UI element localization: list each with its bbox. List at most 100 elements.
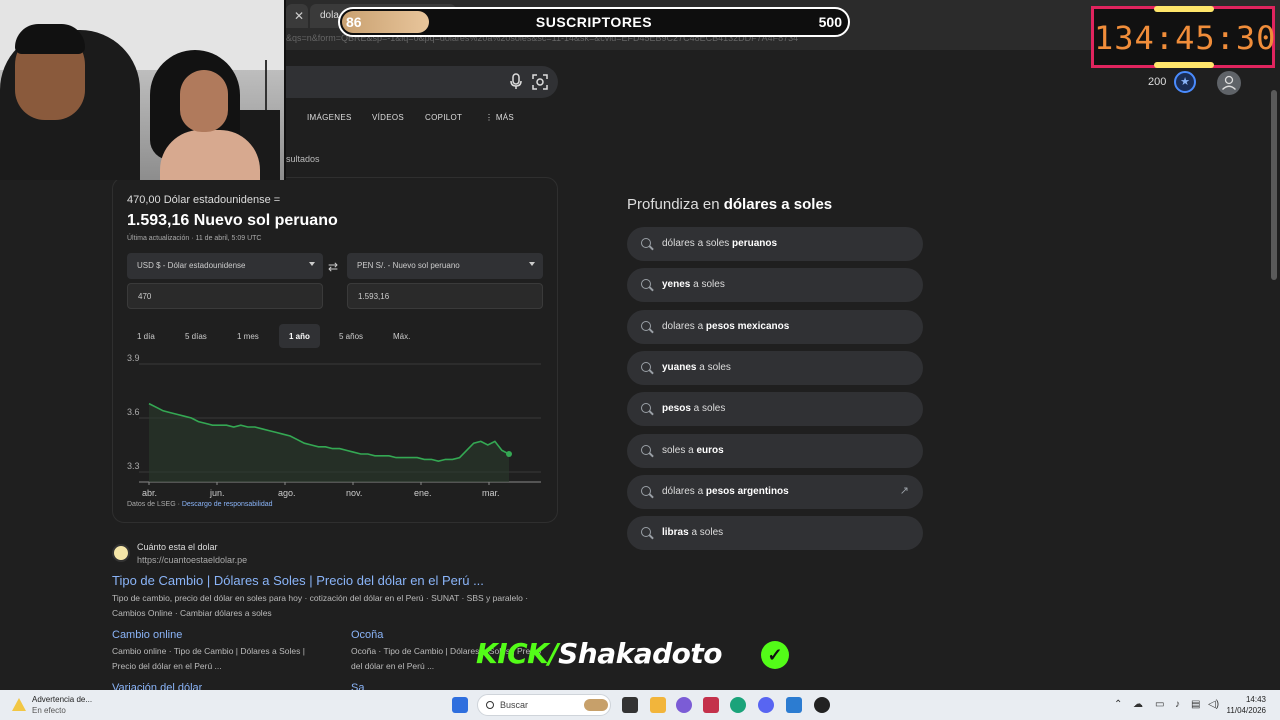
sitelink-cambio-online[interactable]: Cambio online: [112, 629, 182, 641]
system-clock[interactable]: 14:43 11/04/2026: [1226, 694, 1266, 716]
to-currency-select[interactable]: PEN S/. - Nuevo sol peruano: [347, 253, 543, 279]
related-search-chip[interactable]: yenes a soles: [627, 268, 923, 303]
stream-timer: 134:45:30: [1091, 6, 1275, 68]
x-tick-label: jun.: [209, 488, 225, 498]
x-tick-label: abr.: [142, 488, 157, 498]
chart-source: Datos de LSEG ·: [127, 501, 182, 508]
user-icon: [1222, 75, 1236, 90]
tab-copilot[interactable]: COPILOT: [425, 113, 462, 122]
x-tick-label: ene.: [414, 488, 432, 498]
result-title-link[interactable]: Tipo de Cambio | Dólares a Soles | Preci…: [112, 573, 484, 588]
webcam-feed: [0, 0, 286, 180]
warning-title[interactable]: Advertencia de...: [32, 695, 92, 704]
tray-overflow-icon[interactable]: ⌃: [1114, 699, 1122, 710]
range-max[interactable]: Máx.: [383, 324, 420, 348]
chart-footer: Datos de LSEG · Descargo de responsabili…: [127, 501, 273, 508]
related-search-chip[interactable]: dólares a soles peruanos: [627, 227, 923, 261]
volume-icon[interactable]: ◁): [1208, 699, 1219, 710]
search-icon: [641, 403, 651, 414]
from-amount-input[interactable]: 470: [127, 283, 323, 309]
range-5d[interactable]: 5 días: [175, 324, 217, 348]
related-search-chip[interactable]: soles a euros: [627, 433, 923, 468]
usb-icon[interactable]: ▭: [1155, 699, 1164, 710]
obs-icon[interactable]: [814, 697, 830, 713]
subscriber-label: SUSCRIPTORES: [535, 14, 653, 30]
y-tick-label: 3.9: [127, 354, 140, 363]
search-highlight-icon: [584, 699, 608, 711]
related-search-chip[interactable]: yuanes a soles: [627, 350, 923, 385]
visual-search-icon[interactable]: [532, 74, 548, 90]
range-1m[interactable]: 1 mes: [227, 324, 269, 348]
related-search-chip[interactable]: dólares a pesos argentinos ↗: [627, 474, 923, 509]
currency-converter-card: 470,00 Dólar estadounidense = 1.593,16 N…: [112, 177, 558, 523]
search-icon: [641, 527, 651, 538]
page-scrollbar[interactable]: [1268, 50, 1280, 690]
converter-result: 1.593,16 Nuevo sol peruano: [127, 212, 338, 229]
search-icon: [641, 361, 651, 372]
close-tab-icon[interactable]: ✕: [294, 9, 304, 23]
related-search-chip[interactable]: libras a soles: [627, 516, 923, 551]
scrollbar-thumb[interactable]: [1271, 90, 1277, 280]
x-tick-label: ago.: [278, 488, 296, 498]
rewards-points[interactable]: 200: [1148, 76, 1166, 88]
task-view-icon[interactable]: [622, 697, 638, 713]
search-icon: [641, 279, 651, 290]
related-search-text: yenes a soles: [662, 279, 725, 291]
series-end-point: [506, 451, 512, 457]
search-input[interactable]: [286, 66, 558, 98]
search-icon: [641, 320, 651, 331]
range-1y[interactable]: 1 año: [279, 324, 320, 348]
result-url[interactable]: https://cuantoestaeldolar.pe: [137, 555, 247, 565]
to-amount-input[interactable]: 1.593,16: [347, 283, 543, 309]
tab-videos[interactable]: VÍDEOS: [372, 113, 404, 122]
related-search-text: dolares a pesos mexicanos: [662, 320, 790, 332]
sitelink-partial[interactable]: Sa: [351, 682, 364, 690]
range-5y[interactable]: 5 años: [329, 324, 373, 348]
warning-icon[interactable]: [12, 698, 26, 711]
related-search-text: pesos a soles: [662, 403, 726, 415]
from-amount-value: 470: [138, 292, 152, 301]
sitelink-variacion[interactable]: Variación del dólar: [112, 682, 202, 690]
discord-icon[interactable]: [758, 697, 774, 713]
start-menu-icon[interactable]: [452, 697, 468, 713]
tab-images[interactable]: IMÁGENES: [307, 113, 352, 122]
related-search-chip[interactable]: pesos a soles: [627, 392, 923, 427]
windows-taskbar: Advertencia de... En efecto Buscar ⌃ ☁ ▭…: [0, 690, 1280, 720]
edge-browser-icon[interactable]: [730, 697, 746, 713]
notepad-icon[interactable]: [786, 697, 802, 713]
rewards-medal-icon[interactable]: ★: [1174, 71, 1196, 93]
wps-office-icon[interactable]: [703, 697, 719, 713]
chevron-down-icon: [529, 262, 535, 266]
copilot-icon[interactable]: [676, 697, 692, 713]
network-icon[interactable]: ▤: [1191, 699, 1200, 710]
tab-previous[interactable]: ✕: [286, 4, 308, 28]
sitelink-snippet: Cambio online · Tipo de Cambio | Dólares…: [112, 646, 305, 671]
x-tick-label: nov.: [346, 488, 362, 498]
microphone-icon[interactable]: [508, 73, 524, 91]
disclaimer-link[interactable]: Descargo de responsabilidad: [182, 501, 273, 508]
range-1d[interactable]: 1 día: [127, 324, 165, 348]
search-icon: [641, 485, 651, 496]
from-currency-value: USD $ - Dólar estadounidense: [137, 261, 246, 270]
x-tick-label: mar.: [482, 488, 500, 498]
taskbar-search-placeholder: Buscar: [500, 700, 529, 710]
account-avatar[interactable]: [1217, 71, 1241, 95]
verified-check-icon: ✓: [761, 641, 789, 669]
subscriber-goal-bar: 86 SUSCRIPTORES 500: [338, 7, 850, 37]
file-explorer-icon[interactable]: [650, 697, 666, 713]
to-amount-value: 1.593,16: [358, 292, 390, 301]
trending-icon: ↗: [899, 484, 909, 497]
results-count: sultados: [286, 154, 320, 164]
tab-more[interactable]: ⋮ MÁS: [485, 113, 514, 122]
onedrive-icon[interactable]: ☁: [1133, 699, 1143, 710]
related-heading: Profundiza en dólares a soles: [627, 196, 832, 213]
sitelink-ocona[interactable]: Ocoña: [351, 629, 383, 641]
kick-prefix: KICK/: [476, 637, 559, 670]
swap-icon[interactable]: ⇄: [328, 260, 338, 274]
result-site-name: Cuánto esta el dolar: [137, 542, 218, 552]
microphone-tray-icon[interactable]: ♪: [1175, 699, 1180, 710]
y-tick-label: 3.6: [127, 407, 140, 417]
warning-status: En efecto: [32, 706, 66, 715]
from-currency-select[interactable]: USD $ - Dólar estadounidense: [127, 253, 323, 279]
related-search-chip[interactable]: dolares a pesos mexicanos: [627, 309, 923, 344]
